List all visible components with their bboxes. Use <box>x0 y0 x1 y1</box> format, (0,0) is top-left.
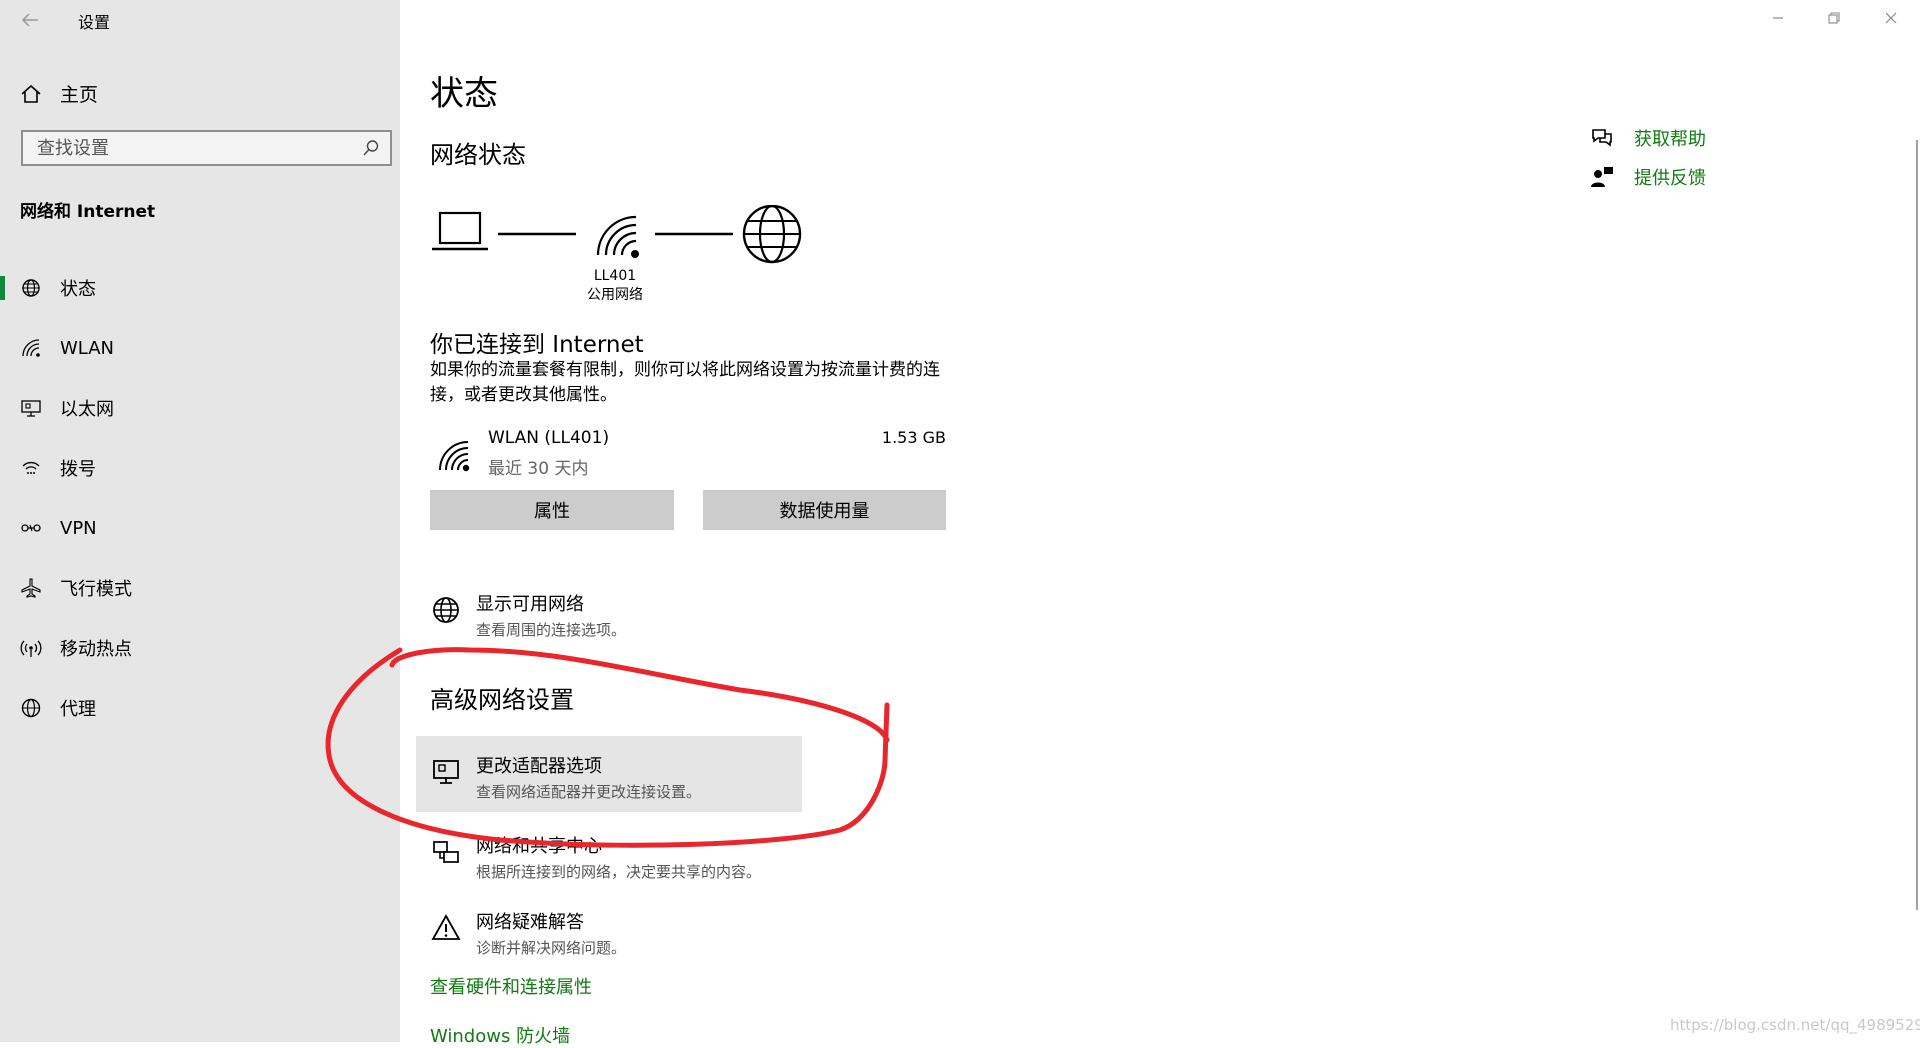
watermark: https://blog.csdn.net/qq_49895299 <box>1670 1016 1920 1034</box>
sidebar-item-label: 飞行模式 <box>60 579 132 600</box>
laptop-icon <box>432 211 488 251</box>
home-label: 主页 <box>60 84 99 106</box>
connection-period: 最近 30 天内 <box>488 459 589 479</box>
page-title: 状态 <box>430 74 498 114</box>
ssid-name: LL401 <box>593 268 637 284</box>
wifi-icon <box>439 441 470 472</box>
adapter-monitor-icon <box>433 760 459 784</box>
data-usage-value: 1.53 GB <box>881 428 946 447</box>
hotspot-icon <box>20 640 42 657</box>
option-subtitle: 诊断并解决网络问题。 <box>476 939 627 957</box>
feedback-label: 提供反馈 <box>1634 168 1706 189</box>
get-help-label: 获取帮助 <box>1634 129 1706 150</box>
airplane-icon <box>21 578 41 598</box>
network-status-heading: 网络状态 <box>430 141 526 169</box>
minimize-icon[interactable] <box>1768 8 1788 28</box>
firewall-link[interactable]: Windows 防火墙 <box>430 1022 570 1048</box>
feedback-link[interactable]: 提供反馈 <box>1590 164 1706 190</box>
troubleshoot-option[interactable]: 网络疑难解答 诊断并解决网络问题。 <box>430 908 990 958</box>
option-title: 网络和共享中心 <box>476 836 602 857</box>
option-title: 网络疑难解答 <box>476 912 584 933</box>
network-type: 公用网络 <box>587 287 643 303</box>
sidebar-section-title: 网络和 Internet <box>20 202 156 222</box>
sidebar-item-label: VPN <box>60 517 97 539</box>
sidebar-item-wlan[interactable]: WLAN <box>0 318 400 378</box>
close-icon[interactable] <box>1881 8 1901 28</box>
option-subtitle: 查看周围的连接选项。 <box>476 621 627 639</box>
adapter-options-option[interactable]: 更改适配器选项 查看网络适配器并更改连接设置。 <box>430 752 990 802</box>
sidebar-item-label: 拨号 <box>60 459 96 480</box>
scrollbar[interactable] <box>1916 140 1918 910</box>
globe-status-icon <box>22 279 40 297</box>
network-diagram <box>432 205 802 264</box>
vpn-icon <box>21 524 41 532</box>
sidebar-home[interactable]: 主页 <box>20 80 98 107</box>
sidebar-item-airplane[interactable]: 飞行模式 <box>0 558 400 618</box>
sidebar: 设置 主页 网络和 Internet 状态 WLAN 以太网 拨号 VPN <box>0 0 400 1042</box>
home-icon <box>21 84 41 103</box>
connected-title: 你已连接到 Internet <box>430 332 644 358</box>
option-title: 更改适配器选项 <box>476 756 602 777</box>
wifi-signal-icon <box>596 215 639 258</box>
restore-icon[interactable] <box>1824 8 1844 28</box>
sidebar-item-label: 移动热点 <box>60 639 132 660</box>
sidebar-item-label: 代理 <box>60 699 96 720</box>
internet-globe-icon <box>742 205 802 264</box>
network-ssid-label: LL401 公用网络 <box>580 267 650 305</box>
sharing-center-icon <box>433 841 459 863</box>
dialup-icon <box>22 461 40 474</box>
option-title: 显示可用网络 <box>476 594 584 615</box>
sharing-center-option[interactable]: 网络和共享中心 根据所连接到的网络，决定要共享的内容。 <box>430 832 990 882</box>
sidebar-nav: 状态 WLAN 以太网 拨号 VPN 飞行模式 移动热点 代理 <box>0 258 400 738</box>
option-subtitle: 查看网络适配器并更改连接设置。 <box>476 783 702 801</box>
data-usage-button[interactable]: 数据使用量 <box>703 490 946 530</box>
sidebar-item-label: 以太网 <box>60 399 114 420</box>
hardware-properties-link[interactable]: 查看硬件和连接属性 <box>430 973 592 999</box>
connected-description: 如果你的流量套餐有限制，则你可以将此网络设置为按流量计费的连接，或者更改其他属性… <box>430 360 940 405</box>
sidebar-item-vpn[interactable]: VPN <box>0 498 400 558</box>
properties-button[interactable]: 属性 <box>430 490 674 530</box>
advanced-settings-heading: 高级网络设置 <box>430 686 574 714</box>
back-arrow-icon[interactable] <box>20 10 40 30</box>
sidebar-item-proxy[interactable]: 代理 <box>0 678 400 738</box>
get-help-link[interactable]: 获取帮助 <box>1590 125 1706 151</box>
option-subtitle: 根据所连接到的网络，决定要共享的内容。 <box>476 863 762 881</box>
search-icon[interactable] <box>362 139 380 157</box>
app-title: 设置 <box>78 13 111 32</box>
feedback-person-icon <box>1591 167 1613 187</box>
connection-name: WLAN (LL401) <box>488 428 610 448</box>
warning-icon <box>431 914 461 940</box>
sidebar-item-status[interactable]: 状态 <box>0 258 400 318</box>
wifi-icon <box>22 339 40 357</box>
sidebar-item-label: WLAN <box>60 337 115 359</box>
globe-icon <box>21 698 41 718</box>
sidebar-item-label: 状态 <box>60 279 96 300</box>
globe-network-icon <box>433 597 459 623</box>
search-input[interactable] <box>35 136 339 160</box>
show-networks-option[interactable]: 显示可用网络 查看周围的连接选项。 <box>430 590 990 640</box>
ethernet-icon <box>21 400 41 417</box>
sidebar-item-ethernet[interactable]: 以太网 <box>0 378 400 438</box>
help-chat-icon <box>1592 129 1612 147</box>
connection-row: WLAN (LL401) 最近 30 天内 1.53 GB <box>430 428 946 479</box>
sidebar-item-dialup[interactable]: 拨号 <box>0 438 400 498</box>
sidebar-item-hotspot[interactable]: 移动热点 <box>0 618 400 678</box>
search-box[interactable] <box>21 130 392 166</box>
